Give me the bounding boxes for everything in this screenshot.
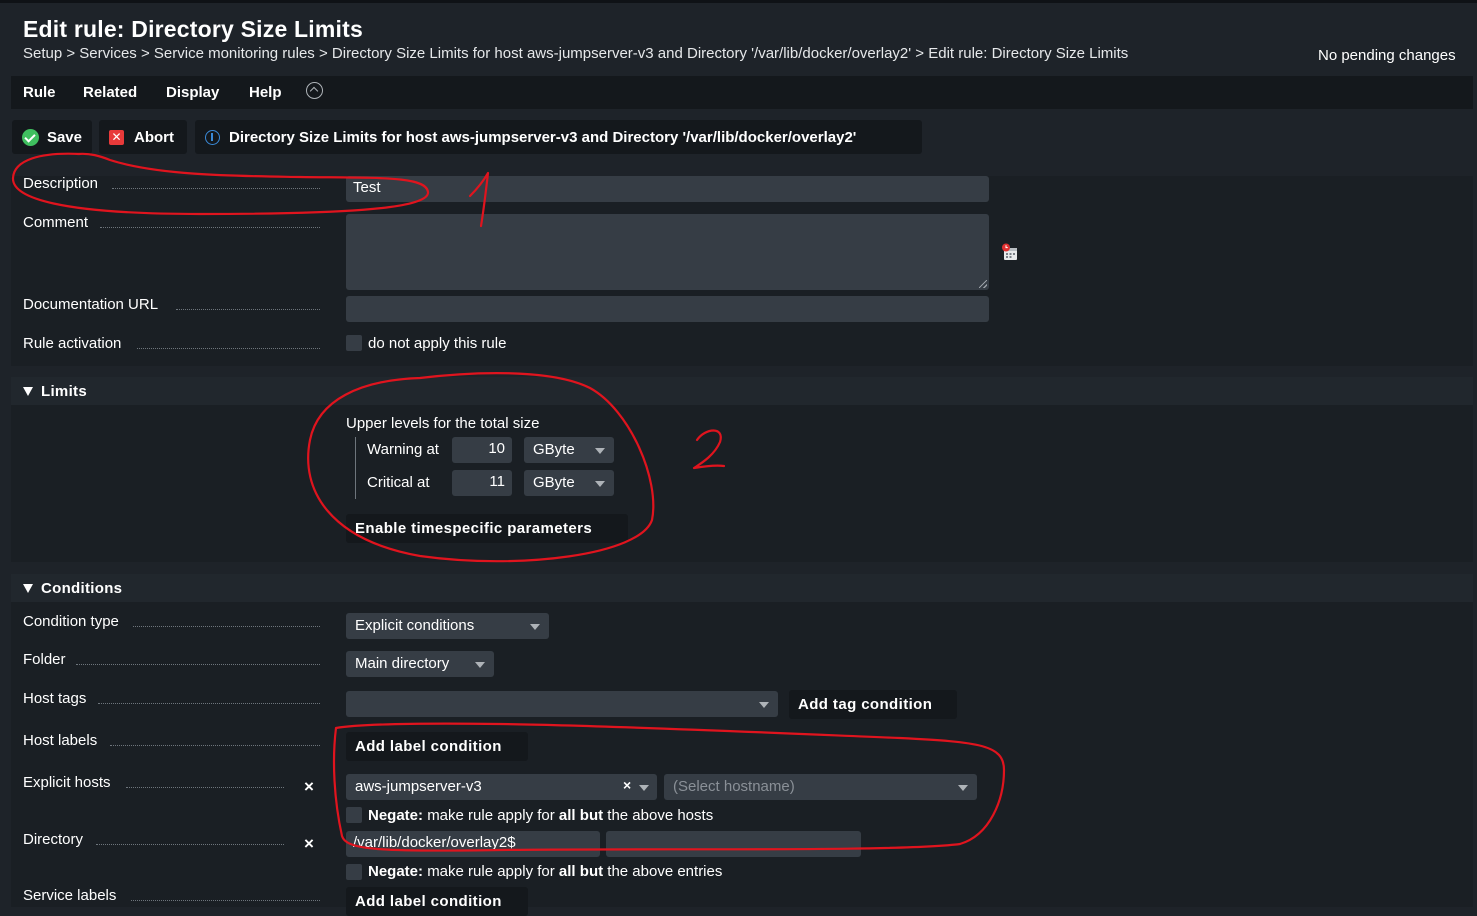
dotted-leader [176, 309, 320, 310]
chevron-down-icon [759, 702, 769, 708]
host-labels-label: Host labels [23, 732, 98, 749]
critical-label: Critical at [367, 474, 430, 491]
disable-rule-label[interactable]: do not apply this rule [368, 335, 506, 352]
hostname-select[interactable]: (Select hostname) [664, 774, 977, 800]
clear-selection-icon[interactable]: × [623, 777, 631, 793]
dotted-leader [110, 745, 320, 746]
directory-input-2[interactable] [606, 831, 861, 857]
critical-value-input[interactable]: 11 [452, 470, 512, 496]
check-icon [22, 128, 39, 146]
chevron-down-icon [595, 448, 605, 454]
chevron-down-icon [475, 662, 485, 668]
critical-unit-select[interactable]: GByte [524, 470, 614, 496]
dotted-leader [126, 787, 284, 788]
dotted-leader [131, 900, 320, 901]
chevron-down-icon [530, 624, 540, 630]
page-title: Edit rule: Directory Size Limits [23, 16, 363, 42]
add-label-condition-button[interactable]: Add label condition [346, 732, 528, 761]
collapse-triangle-icon [23, 584, 33, 593]
enable-timespecific-button[interactable]: Enable timespecific parameters [346, 514, 628, 543]
warning-label: Warning at [367, 441, 439, 458]
dotted-leader [133, 626, 320, 627]
dotted-leader [76, 664, 320, 665]
dotted-leader [137, 348, 320, 349]
page-menu-bar: Rule Related Display Help [11, 76, 1473, 109]
negate-entries-label[interactable]: Negate: make rule apply for all but the … [368, 863, 722, 880]
conditions-section [11, 602, 1473, 907]
menu-related[interactable]: Related [83, 84, 137, 101]
documentation-url-input[interactable] [346, 296, 989, 322]
parent-rule-link-button[interactable]: Directory Size Limits for host aws-jumps… [195, 120, 922, 154]
description-label: Description [23, 175, 99, 192]
breadcrumb[interactable]: Setup > Services > Service monitoring ru… [23, 45, 1128, 62]
add-service-label-condition-button[interactable]: Add label condition [346, 887, 528, 916]
limits-section [11, 405, 1473, 562]
dotted-leader [100, 227, 320, 228]
remove-explicit-hosts-icon[interactable]: × [302, 778, 316, 795]
folder-label: Folder [23, 651, 66, 668]
resize-handle-icon[interactable] [979, 280, 987, 288]
rule-activation-label: Rule activation [23, 335, 122, 352]
service-labels-label: Service labels [23, 887, 117, 904]
chevron-down-icon [595, 481, 605, 487]
directory-label: Directory [23, 831, 84, 848]
warning-value-input[interactable]: 10 [452, 437, 512, 463]
negate-entries-checkbox[interactable] [346, 864, 362, 880]
condition-type-select[interactable]: Explicit conditions [346, 613, 549, 639]
abort-button[interactable]: ✕ Abort [99, 120, 187, 154]
window-top-border [0, 0, 1477, 3]
dotted-leader [96, 844, 284, 845]
comment-textarea[interactable] [346, 214, 989, 290]
explicit-host-select[interactable]: aws-jumpserver-v3 × [346, 774, 657, 800]
dotted-leader [112, 188, 320, 189]
host-tags-select[interactable] [346, 691, 778, 717]
disable-rule-checkbox[interactable] [346, 335, 362, 351]
negate-hosts-label[interactable]: Negate: make rule apply for all but the … [368, 807, 713, 824]
menu-rule[interactable]: Rule [23, 84, 56, 101]
limits-section-header[interactable]: Limits [11, 377, 1473, 405]
directory-input[interactable]: /var/lib/docker/overlay2$ [346, 831, 600, 857]
save-button[interactable]: Save [12, 120, 92, 154]
chevron-down-icon [958, 785, 968, 791]
levels-group-line [355, 437, 356, 499]
documentation-url-label: Documentation URL [23, 296, 159, 313]
description-input[interactable]: Test [346, 176, 989, 202]
collapse-triangle-icon [23, 387, 33, 396]
remove-directory-icon[interactable]: × [302, 835, 316, 852]
dotted-leader [98, 703, 320, 704]
comment-label: Comment [23, 214, 89, 231]
collapse-menu-icon[interactable] [306, 82, 323, 99]
warning-unit-select[interactable]: GByte [524, 437, 614, 463]
menu-display[interactable]: Display [166, 84, 219, 101]
pending-changes-status[interactable]: No pending changes [1318, 47, 1456, 64]
close-icon: ✕ [109, 129, 124, 145]
chevron-down-icon [639, 785, 649, 791]
explicit-hosts-label: Explicit hosts [23, 774, 111, 791]
conditions-section-header[interactable]: Conditions [11, 574, 1473, 602]
upper-levels-title: Upper levels for the total size [346, 415, 540, 432]
menu-help[interactable]: Help [249, 84, 282, 101]
add-tag-condition-button[interactable]: Add tag condition [789, 690, 957, 719]
host-tags-label: Host tags [23, 690, 87, 707]
folder-select[interactable]: Main directory [346, 651, 494, 677]
condition-type-label: Condition type [23, 613, 119, 630]
info-up-icon [205, 129, 220, 145]
calendar-clock-icon[interactable] [1001, 243, 1019, 261]
negate-hosts-checkbox[interactable] [346, 807, 362, 823]
